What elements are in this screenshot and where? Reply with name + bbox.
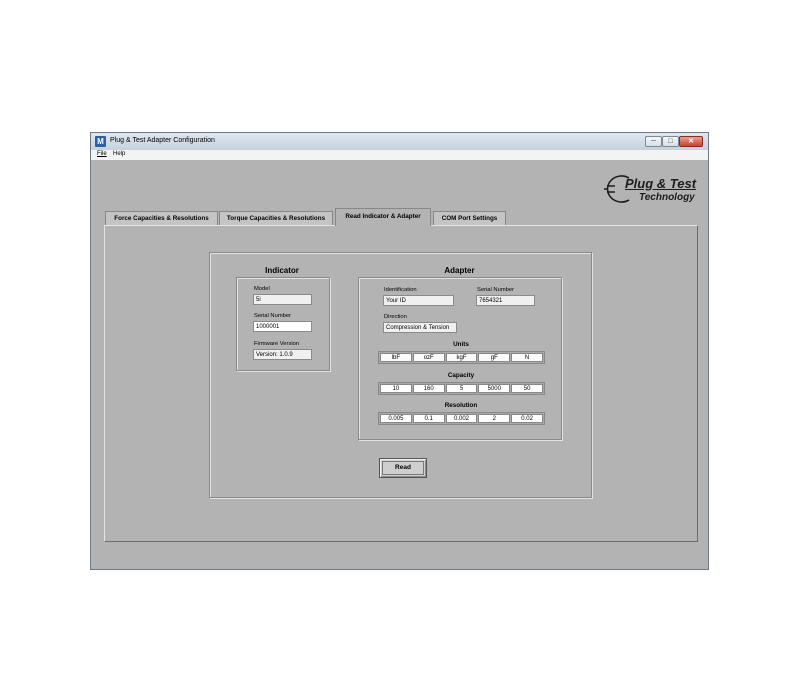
- tab-torque-capacities[interactable]: Torque Capacities & Resolutions: [219, 211, 333, 225]
- capacity-cell[interactable]: 5000: [478, 384, 511, 393]
- tab-panel: Indicator Model 5i Serial Number 1000001…: [104, 225, 698, 542]
- units-title: Units: [453, 341, 469, 348]
- resolution-cell[interactable]: 0.002: [445, 414, 478, 423]
- logo-text-main: Plug & Test: [625, 176, 697, 191]
- model-field[interactable]: 5i: [253, 294, 312, 305]
- read-group: Indicator Model 5i Serial Number 1000001…: [209, 252, 592, 498]
- resolution-row: 0.005 0.1 0.002 2 0.02: [378, 412, 545, 425]
- resolution-cell[interactable]: 2: [478, 414, 511, 423]
- indicator-serial-field[interactable]: 1000001: [253, 321, 312, 332]
- resolution-cell[interactable]: 0.02: [511, 414, 543, 423]
- menu-help[interactable]: Help: [113, 151, 125, 157]
- resolution-cell[interactable]: 0.1: [412, 414, 445, 423]
- close-button[interactable]: ✕: [679, 136, 703, 147]
- resolution-title: Resolution: [444, 402, 478, 409]
- maximize-button[interactable]: □: [662, 136, 679, 147]
- indicator-serial-label: Serial Number: [254, 313, 292, 319]
- adapter-serial-label: Serial Number: [477, 287, 515, 293]
- menu-file[interactable]: File: [97, 151, 107, 157]
- capacity-title: Capacity: [447, 372, 475, 379]
- resolution-cell[interactable]: 0.005: [380, 414, 412, 423]
- tab-com-port-settings[interactable]: COM Port Settings: [433, 211, 506, 225]
- adapter-serial-field[interactable]: 7654321: [476, 295, 535, 306]
- menu-bar: File Help: [91, 150, 708, 160]
- capacity-cell[interactable]: 50: [511, 384, 543, 393]
- identification-label: Identification: [384, 287, 417, 293]
- firmware-field[interactable]: Version: 1.0.9: [253, 349, 312, 360]
- identification-field[interactable]: Your ID: [383, 295, 454, 306]
- app-icon: M: [95, 136, 106, 147]
- units-cell: kgF: [445, 353, 478, 362]
- units-row: lbF ozF kgF gF N: [378, 351, 545, 364]
- firmware-label: Firmware Version: [254, 341, 300, 347]
- capacity-cell[interactable]: 5: [445, 384, 478, 393]
- direction-label: Direction: [384, 314, 407, 320]
- capacity-row: 10 160 5 5000 50: [378, 382, 545, 395]
- model-label: Model: [254, 286, 270, 292]
- indicator-group: Model 5i Serial Number 1000001 Firmware …: [236, 277, 330, 371]
- capacity-cell[interactable]: 10: [380, 384, 412, 393]
- units-cell: gF: [478, 353, 511, 362]
- minimize-button[interactable]: ─: [645, 136, 662, 147]
- window-title: Plug & Test Adapter Configuration: [110, 137, 215, 144]
- direction-field[interactable]: Compression & Tension: [383, 322, 457, 333]
- capacity-cell[interactable]: 160: [412, 384, 445, 393]
- logo-text-sub: Technology: [639, 192, 695, 203]
- company-logo: Plug & Test Technology: [601, 173, 701, 205]
- tab-force-capacities[interactable]: Force Capacities & Resolutions: [105, 211, 218, 225]
- units-cell: ozF: [412, 353, 445, 362]
- adapter-title: Adapter: [444, 266, 475, 275]
- units-cell: N: [511, 353, 543, 362]
- indicator-title: Indicator: [265, 266, 299, 275]
- tab-read-indicator-adapter[interactable]: Read Indicator & Adapter: [335, 208, 431, 226]
- title-bar[interactable]: M Plug & Test Adapter Configuration ─ □ …: [91, 133, 708, 150]
- adapter-group: Identification Your ID Serial Number 765…: [358, 277, 562, 440]
- read-button[interactable]: Read: [379, 458, 427, 478]
- app-window: M Plug & Test Adapter Configuration ─ □ …: [90, 132, 709, 570]
- units-cell: lbF: [380, 353, 412, 362]
